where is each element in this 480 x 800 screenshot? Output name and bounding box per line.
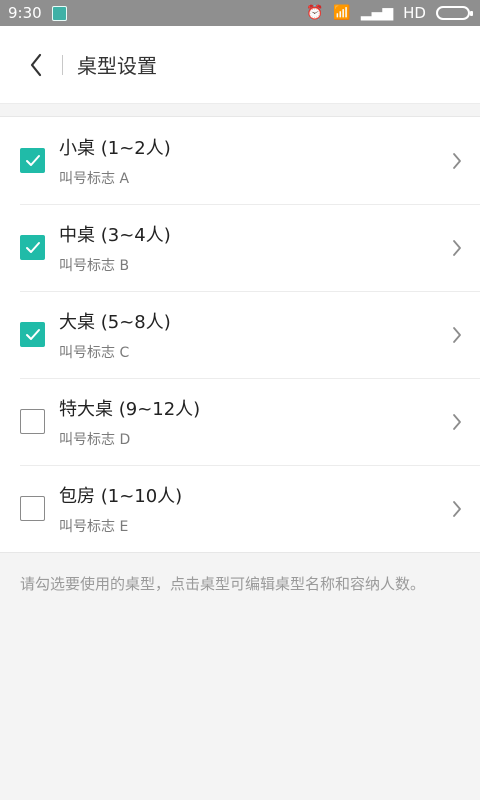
network-type: HD [403, 4, 426, 22]
table-type-list: 小桌 (1~2人) 叫号标志 A 中桌 (3~4人) 叫号标志 B 大桌 (5~… [0, 116, 480, 553]
call-sign-label: 叫号标志 A [59, 170, 130, 187]
call-sign-label: 叫号标志 E [59, 518, 129, 535]
table-type-item-1[interactable]: 中桌 (3~4人) 叫号标志 B [0, 204, 480, 291]
checkmark-icon [25, 242, 40, 253]
back-arrow-icon [30, 53, 42, 76]
table-type-checkbox[interactable] [20, 148, 45, 173]
chevron-right-icon [448, 497, 466, 521]
table-type-item-2[interactable]: 大桌 (5~8人) 叫号标志 C [0, 291, 480, 378]
page-title: 桌型设置 [77, 54, 157, 78]
back-button[interactable] [22, 50, 50, 80]
section-gap [0, 104, 480, 116]
checkmark-icon [25, 155, 40, 166]
table-type-checkbox[interactable] [20, 235, 45, 260]
chevron-right-icon [448, 410, 466, 434]
alarm-icon: ⏰ [305, 5, 324, 21]
table-type-title: 小桌 (1~2人) [59, 137, 171, 159]
item-texts: 包房 (1~10人) 叫号标志 E [59, 482, 448, 536]
signal-icon: ▂▄▆ [360, 5, 394, 21]
header: 桌型设置 [0, 26, 480, 104]
header-divider [62, 54, 63, 75]
table-type-item-0[interactable]: 小桌 (1~2人) 叫号标志 A [0, 117, 480, 204]
hint-text: 请勾选要使用的桌型，点击桌型可编辑桌型名称和容纳人数。 [20, 575, 426, 593]
table-type-title: 大桌 (5~8人) [59, 311, 171, 333]
table-type-title: 包房 (1~10人) [59, 485, 183, 507]
chevron-right-icon [448, 149, 466, 173]
call-sign-label: 叫号标志 B [59, 257, 130, 274]
checkmark-icon [25, 329, 40, 340]
battery-icon [436, 6, 473, 20]
call-sign-label: 叫号标志 C [59, 344, 130, 361]
app-notification-icon [51, 5, 67, 21]
item-texts: 小桌 (1~2人) 叫号标志 A [59, 134, 448, 188]
table-type-checkbox[interactable] [20, 409, 45, 434]
status-time: 9:30 [8, 4, 42, 22]
chevron-right-icon [448, 323, 466, 347]
status-bar: 9:30 ⏰ 📶 ▂▄▆ HD [0, 0, 480, 26]
chevron-right-icon [448, 236, 466, 260]
item-texts: 中桌 (3~4人) 叫号标志 B [59, 221, 448, 275]
table-type-checkbox[interactable] [20, 322, 45, 347]
wifi-icon: 📶 [333, 5, 351, 21]
table-type-title: 特大桌 (9~12人) [59, 398, 201, 420]
table-type-title: 中桌 (3~4人) [59, 224, 171, 246]
table-type-item-4[interactable]: 包房 (1~10人) 叫号标志 E [0, 465, 480, 552]
call-sign-label: 叫号标志 D [59, 431, 131, 448]
table-type-item-3[interactable]: 特大桌 (9~12人) 叫号标志 D [0, 378, 480, 465]
table-type-checkbox[interactable] [20, 496, 45, 521]
item-texts: 大桌 (5~8人) 叫号标志 C [59, 308, 448, 362]
item-texts: 特大桌 (9~12人) 叫号标志 D [59, 395, 448, 449]
